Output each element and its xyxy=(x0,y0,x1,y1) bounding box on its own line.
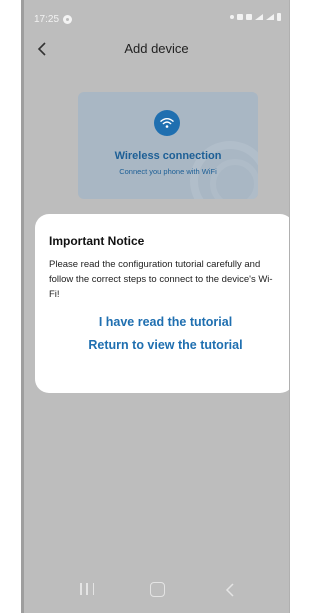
nfc-icon xyxy=(237,14,243,20)
card-decoration xyxy=(210,159,258,199)
mute-icon xyxy=(246,14,252,20)
phone-screen: 17:25 Add device Wireless connection Con… xyxy=(21,0,290,613)
important-notice-dialog: Important Notice Please read the configu… xyxy=(35,214,289,393)
return-to-tutorial-button[interactable]: Return to view the tutorial xyxy=(49,338,282,352)
notification-app-icon xyxy=(63,15,72,24)
data-speed-icon xyxy=(230,15,234,19)
system-nav-bar xyxy=(24,569,289,613)
dialog-body: Please read the configuration tutorial c… xyxy=(49,259,273,300)
wifi-card-subtitle: Connect you phone with WiFi xyxy=(119,167,217,176)
page-title: Add device xyxy=(124,41,189,56)
home-icon[interactable] xyxy=(150,582,165,597)
back-icon[interactable] xyxy=(225,583,235,597)
wifi-status-icon xyxy=(255,14,263,20)
wifi-icon xyxy=(160,118,174,128)
status-icons xyxy=(230,13,281,21)
read-tutorial-button[interactable]: I have read the tutorial xyxy=(49,315,282,329)
wifi-badge xyxy=(154,110,180,136)
header: Add device xyxy=(24,36,289,64)
status-bar: 17:25 xyxy=(24,0,289,36)
dialog-title: Important Notice xyxy=(49,234,145,248)
wifi-card-title: Wireless connection xyxy=(114,150,222,162)
status-time: 17:25 xyxy=(34,14,60,25)
battery-icon xyxy=(277,13,281,21)
signal-icon xyxy=(266,14,274,20)
wireless-connection-card[interactable]: Wireless connection Connect you phone wi… xyxy=(78,92,258,199)
recent-apps-icon[interactable] xyxy=(80,583,94,597)
